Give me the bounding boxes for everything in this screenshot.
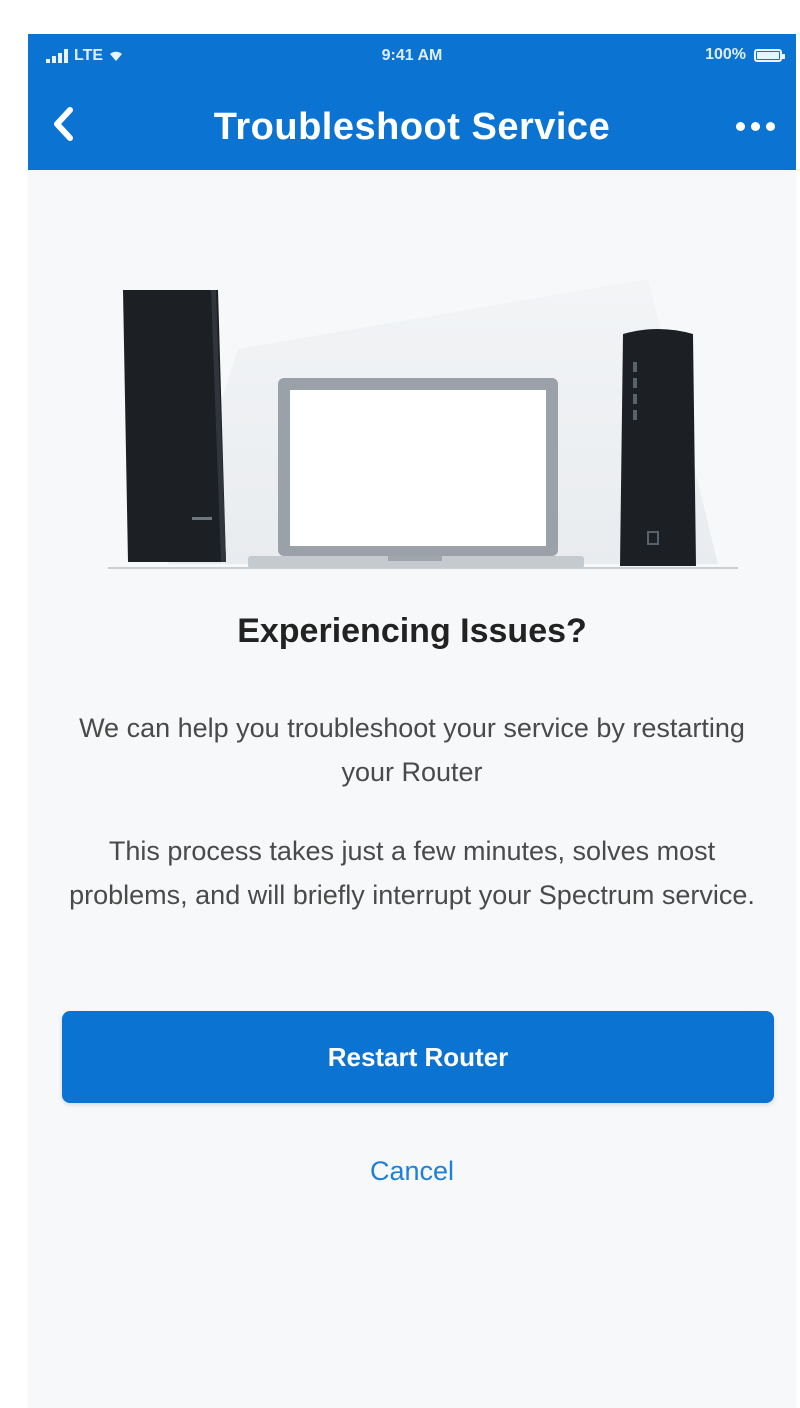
status-bar: LTE 9:41 AM 100% bbox=[28, 34, 796, 80]
modem-right bbox=[620, 329, 696, 566]
cancel-button[interactable]: Cancel bbox=[28, 1156, 796, 1187]
restart-router-button[interactable]: Restart Router bbox=[62, 1011, 774, 1103]
more-options-button[interactable] bbox=[720, 102, 790, 150]
issue-heading: Experiencing Issues? bbox=[237, 612, 587, 650]
process-description: This process takes just a few minutes, s… bbox=[69, 836, 755, 910]
laptop bbox=[248, 378, 584, 568]
navigation-bar: Troubleshoot Service bbox=[28, 80, 796, 170]
status-time: 9:41 AM bbox=[381, 47, 443, 64]
router-laptop-illustration bbox=[108, 279, 738, 569]
help-description: We can help you troubleshoot your servic… bbox=[79, 713, 745, 787]
page-title: Troubleshoot Service bbox=[213, 106, 611, 148]
battery-percent: 100% bbox=[705, 46, 746, 63]
battery-icon bbox=[754, 48, 785, 62]
more-horizontal-icon bbox=[735, 121, 775, 131]
router-left bbox=[123, 290, 226, 562]
status-right: 100% bbox=[705, 46, 785, 64]
app-screen: LTE 9:41 AM 100% Troubleshoot Service Ex… bbox=[28, 34, 796, 1408]
